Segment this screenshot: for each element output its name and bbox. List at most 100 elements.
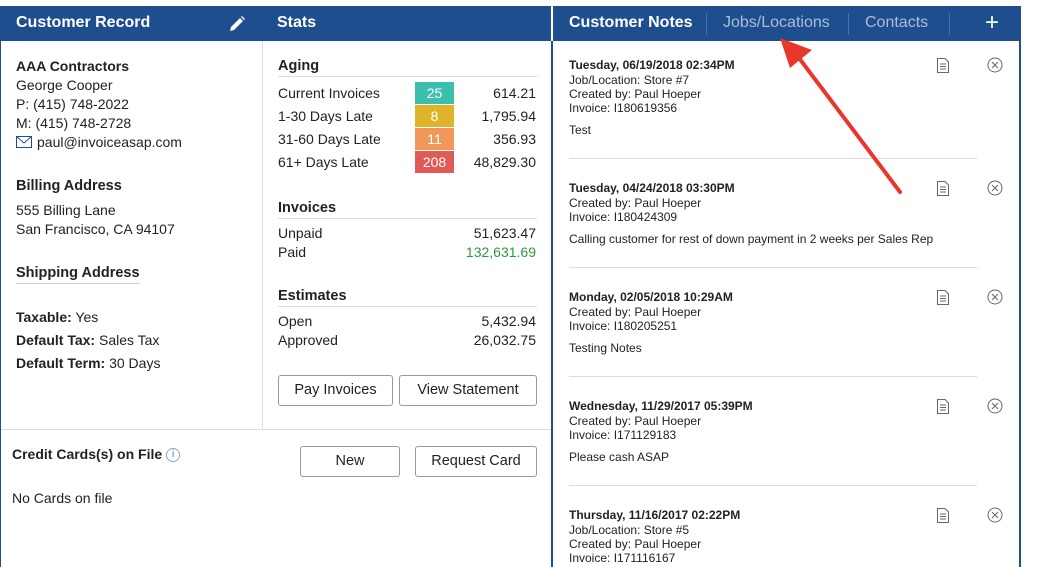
section-divider xyxy=(1,429,552,430)
tab-contacts[interactable]: Contacts xyxy=(865,14,928,32)
view-statement-button[interactable]: View Statement xyxy=(399,375,537,406)
tab-customer-notes[interactable]: Customer Notes xyxy=(569,14,693,32)
note-line: Created by: Paul Hoeper xyxy=(569,87,702,101)
email-link[interactable]: paul@invoiceasap.com xyxy=(37,134,182,150)
aging-badge-31-60[interactable]: 11 xyxy=(415,128,454,150)
unpaid-value: 51,623.47 xyxy=(473,225,536,241)
note-line: Invoice: I180205251 xyxy=(569,319,678,333)
note-line: Created by: Paul Hoeper xyxy=(569,537,702,551)
delete-icon[interactable] xyxy=(987,57,1003,73)
mobile-number: M: (415) 748-2728 xyxy=(16,115,132,131)
default-term-label: Default Term: xyxy=(16,355,106,371)
delete-icon[interactable] xyxy=(987,180,1003,196)
delete-icon[interactable] xyxy=(987,507,1003,523)
billing-line1: 555 Billing Lane xyxy=(16,202,116,218)
note-line: Invoice: I180619356 xyxy=(569,101,678,115)
approved-label: Approved xyxy=(278,332,338,348)
aging-amount-1-30: 1,795.94 xyxy=(481,108,537,124)
request-card-button[interactable]: Request Card xyxy=(415,446,537,477)
add-icon[interactable]: + xyxy=(985,9,999,37)
envelope-icon xyxy=(16,136,32,148)
default-tax-value: Sales Tax xyxy=(98,332,160,348)
email-row: paul@invoiceasap.com xyxy=(16,134,182,150)
paid-label: Paid xyxy=(278,244,307,260)
no-cards-text: No Cards on file xyxy=(12,490,113,506)
left-header-bar: Customer Record Stats xyxy=(0,6,551,41)
note-text: Test xyxy=(569,123,592,137)
annotation-arrow xyxy=(780,38,902,194)
open-value: 5,432.94 xyxy=(481,313,537,329)
aging-label-1-30: 1-30 Days Late xyxy=(278,108,373,124)
note-line: Created by: Paul Hoeper xyxy=(569,196,702,210)
note-date: Thursday, 11/16/2017 02:22PM xyxy=(569,508,741,522)
taxable-row: Taxable: Yes xyxy=(16,309,98,325)
delete-icon[interactable] xyxy=(987,289,1003,305)
column-divider xyxy=(262,41,263,429)
aging-badge-current[interactable]: 25 xyxy=(415,82,454,104)
shipping-heading: Shipping Address xyxy=(16,265,140,284)
note-line: Job/Location: Store #5 xyxy=(569,523,690,537)
note-date: Tuesday, 06/19/2018 02:34PM xyxy=(569,58,735,72)
note-date: Wednesday, 11/29/2017 05:39PM xyxy=(569,399,753,413)
stats-title: Stats xyxy=(277,14,317,31)
pencil-icon[interactable] xyxy=(228,15,246,33)
note-line: Invoice: I171116167 xyxy=(569,551,676,565)
document-icon[interactable] xyxy=(937,181,949,196)
note-item: Monday, 02/05/2018 10:29AM Created by: P… xyxy=(569,289,1003,377)
document-icon[interactable] xyxy=(937,399,949,414)
aging-label-61-plus: 61+ Days Late xyxy=(278,154,369,170)
estimates-heading: Estimates xyxy=(278,288,537,307)
note-line: Job/Location: Store #7 xyxy=(569,73,690,87)
note-line: Invoice: I171129183 xyxy=(569,428,677,442)
note-text: Testing Notes xyxy=(569,341,642,355)
billing-heading: Billing Address xyxy=(16,178,122,194)
default-tax-row: Default Tax: Sales Tax xyxy=(16,332,159,348)
taxable-label: Taxable: xyxy=(16,309,72,325)
taxable-value: Yes xyxy=(75,309,99,325)
note-line: Created by: Paul Hoeper xyxy=(569,305,702,319)
note-text: Calling customer for rest of down paymen… xyxy=(569,232,934,246)
contact-name: George Cooper xyxy=(16,77,113,93)
aging-label-31-60: 31-60 Days Late xyxy=(278,131,381,147)
default-term-row: Default Term: 30 Days xyxy=(16,355,160,371)
credit-cards-heading: Credit Cards(s) on File xyxy=(12,446,163,462)
tab-divider xyxy=(706,13,707,35)
document-icon[interactable] xyxy=(937,58,949,73)
new-card-button[interactable]: New xyxy=(300,446,400,477)
note-date: Monday, 02/05/2018 10:29AM xyxy=(569,290,733,304)
customer-record-title: Customer Record xyxy=(16,14,151,31)
delete-icon[interactable] xyxy=(987,398,1003,414)
info-icon[interactable]: i xyxy=(166,448,181,463)
invoices-heading: Invoices xyxy=(278,200,537,219)
note-item: Thursday, 11/16/2017 02:22PM Job/Locatio… xyxy=(569,507,1003,567)
unpaid-label: Unpaid xyxy=(278,225,323,241)
aging-badge-1-30[interactable]: 8 xyxy=(415,105,454,127)
tab-jobs-locations[interactable]: Jobs/Locations xyxy=(723,14,830,32)
document-icon[interactable] xyxy=(937,508,949,523)
open-label: Open xyxy=(278,313,313,329)
default-term-value: 30 Days xyxy=(109,355,161,371)
aging-label-current: Current Invoices xyxy=(278,85,380,101)
approved-value: 26,032.75 xyxy=(473,332,536,348)
note-line: Created by: Paul Hoeper xyxy=(569,414,702,428)
aging-amount-current: 614.21 xyxy=(493,85,536,101)
note-line: Invoice: I180424309 xyxy=(569,210,678,224)
tab-divider xyxy=(848,13,849,35)
document-icon[interactable] xyxy=(937,290,949,305)
aging-amount-61-plus: 48,829.30 xyxy=(473,154,536,170)
note-text: Please cash ASAP xyxy=(569,450,670,464)
paid-value: 132,631.69 xyxy=(465,244,536,260)
billing-line2: San Francisco, CA 94107 xyxy=(16,221,175,237)
note-item: Wednesday, 11/29/2017 05:39PM Created by… xyxy=(569,398,1003,486)
company-name: AAA Contractors xyxy=(16,58,130,74)
customer-record-panel: AAA Contractors George Cooper P: (415) 7… xyxy=(0,41,552,567)
tab-divider xyxy=(949,13,950,35)
default-tax-label: Default Tax: xyxy=(16,332,96,348)
aging-amount-31-60: 356.93 xyxy=(493,131,536,147)
note-date: Tuesday, 04/24/2018 03:30PM xyxy=(569,181,735,195)
aging-heading: Aging xyxy=(278,58,537,77)
phone-number: P: (415) 748-2022 xyxy=(16,96,129,112)
credit-cards-heading-row: Credit Cards(s) on File i xyxy=(12,446,181,463)
pay-invoices-button[interactable]: Pay Invoices xyxy=(278,375,393,406)
aging-badge-61-plus[interactable]: 208 xyxy=(415,151,454,173)
